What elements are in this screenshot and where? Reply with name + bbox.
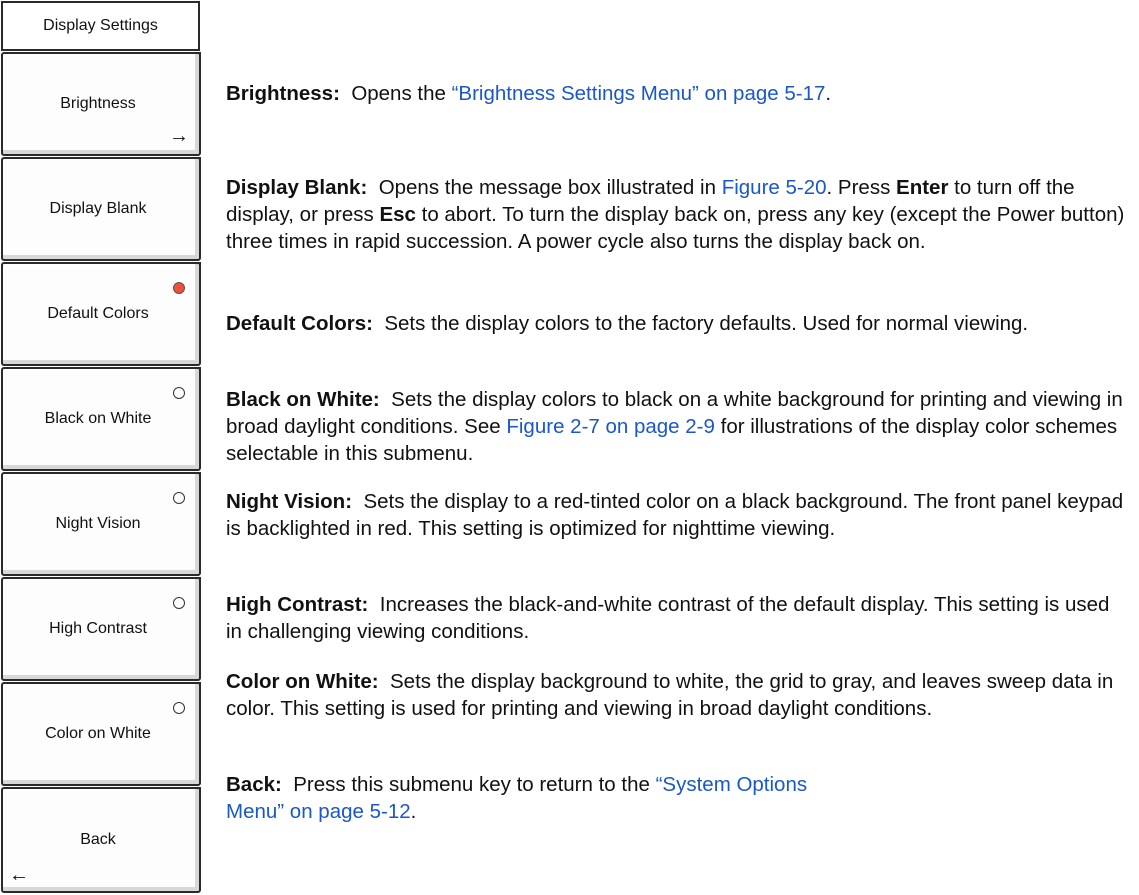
black-on-white-key[interactable]: Black on White (1, 367, 201, 471)
key-label: Display Blank (49, 200, 147, 217)
brightness-description: Brightness: Opens the “Brightness Settin… (226, 80, 1131, 107)
term: Color on White: (226, 670, 379, 693)
default-colors-key[interactable]: Default Colors (1, 262, 201, 366)
term: Black on White: (226, 388, 380, 411)
term: Night Vision: (226, 490, 353, 513)
description-text: . (410, 800, 417, 823)
night-vision-description: Night Vision: Sets the display to a red-… (226, 488, 1131, 542)
key-label: Brightness (60, 95, 136, 112)
display-blank-description: Display Blank: Opens the message box ill… (226, 174, 1131, 255)
description-text: . Press (826, 176, 897, 199)
black-on-white-description: Black on White: Sets the display colors … (226, 386, 1131, 467)
description-text: Opens the message box illustrated in (378, 176, 722, 199)
key-label: Night Vision (55, 515, 141, 532)
term: Default Colors: (226, 312, 373, 335)
figure-5-20-link[interactable]: Figure 5-20 (722, 176, 827, 199)
key-label: Black on White (44, 410, 152, 427)
key-label: Color on White (45, 725, 151, 742)
term: Display Blank: (226, 176, 368, 199)
high-contrast-description: High Contrast: Increases the black-and-w… (226, 591, 1131, 645)
night-vision-key[interactable]: Night Vision (1, 472, 201, 576)
description-text: . (825, 82, 832, 105)
arrow-right-icon: → (169, 125, 189, 147)
description-text: Sets the display to a red-tinted color o… (226, 490, 1124, 540)
description-text: Opens the (351, 82, 452, 105)
term: Brightness: (226, 82, 340, 105)
brightness-settings-link[interactable]: “Brightness Settings Menu” on page 5-17 (452, 82, 826, 105)
color-on-white-key[interactable]: Color on White (1, 682, 201, 786)
arrow-left-icon: ← (9, 864, 29, 886)
back-key[interactable]: Back ← (1, 787, 201, 893)
description-text: Press this submenu key to return to the (293, 773, 656, 796)
default-colors-description: Default Colors: Sets the display colors … (226, 310, 1131, 337)
key-label: Default Colors (47, 305, 149, 322)
color-on-white-description: Color on White: Sets the display backgro… (226, 668, 1131, 722)
brightness-key[interactable]: Brightness → (1, 52, 201, 156)
key-label: Back (80, 831, 116, 848)
term: High Contrast: (226, 593, 369, 616)
esc-key-text: Esc (379, 203, 416, 226)
figure-2-7-link[interactable]: Figure 2-7 on page 2-9 (506, 415, 715, 438)
high-contrast-key[interactable]: High Contrast (1, 577, 201, 681)
description-text: Sets the display colors to the factory d… (384, 312, 1029, 335)
term: Back: (226, 773, 282, 796)
enter-key-text: Enter (896, 176, 949, 199)
back-description: Back: Press this submenu key to return t… (226, 771, 826, 825)
menu-title: Display Settings (1, 1, 200, 51)
key-label: High Contrast (49, 620, 147, 637)
display-blank-key[interactable]: Display Blank (1, 157, 201, 261)
display-settings-menu: Display Settings Brightness → Display Bl… (0, 0, 203, 895)
